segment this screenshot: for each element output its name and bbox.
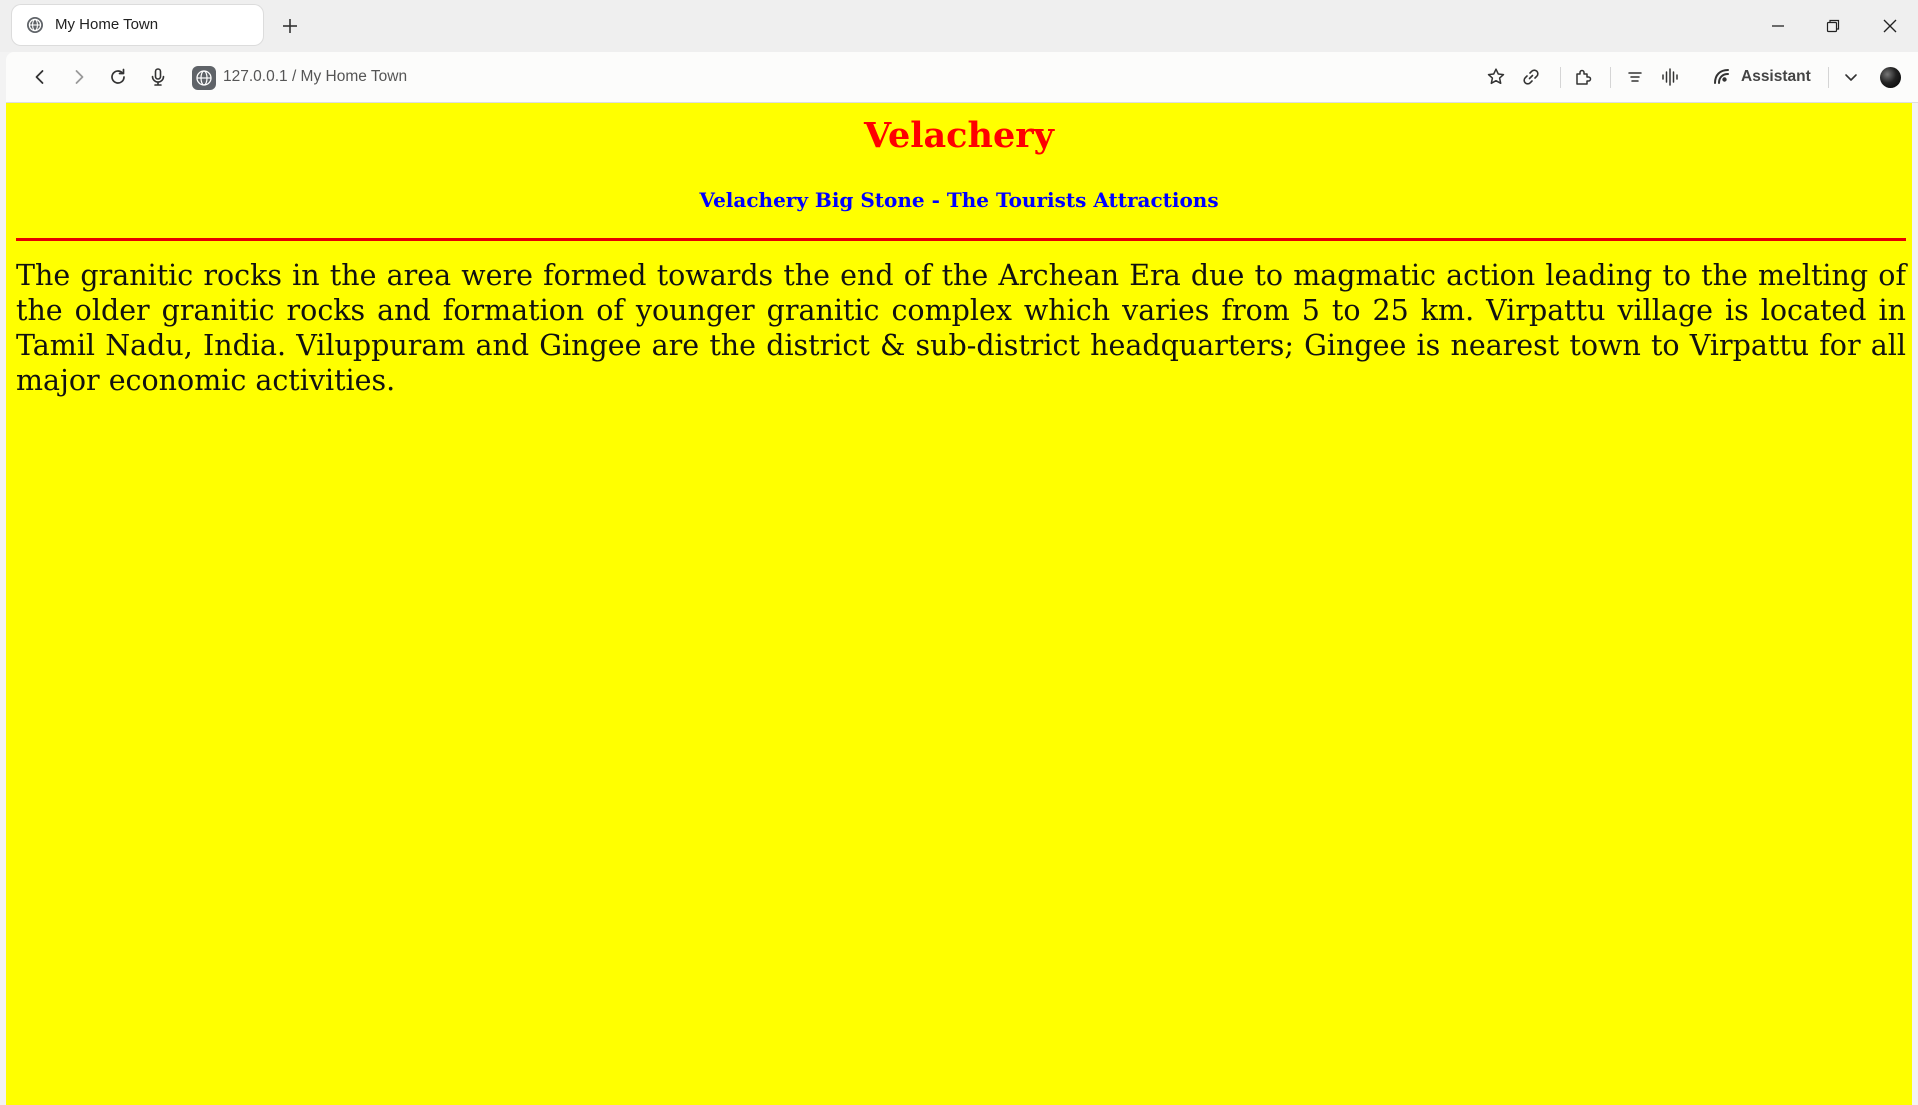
plus-icon[interactable] — [276, 13, 304, 39]
toolbar-separator — [1828, 67, 1829, 88]
link-icon[interactable] — [1519, 65, 1543, 89]
page-subtitle: Velachery Big Stone - The Tourists Attra… — [699, 188, 1219, 212]
site-info-button[interactable] — [192, 66, 216, 90]
page-paragraph: The granitic rocks in the area were form… — [16, 259, 1906, 397]
audio-wave-icon[interactable] — [1658, 65, 1682, 89]
assistant-button[interactable]: Assistant — [1711, 64, 1811, 90]
toolbar-separator — [1560, 67, 1561, 88]
microphone-icon[interactable] — [146, 65, 170, 89]
star-icon[interactable] — [1484, 65, 1508, 89]
profile-avatar[interactable] — [1880, 67, 1901, 88]
browser-toolbar: 127.0.0.1 / My Home Town Assistant — [6, 52, 1918, 103]
address-bar[interactable]: 127.0.0.1 / My Home Town — [223, 68, 407, 86]
assistant-label: Assistant — [1741, 68, 1811, 85]
horizontal-rule — [16, 238, 1906, 241]
tab-title: My Home Town — [55, 16, 159, 33]
page-viewport: Velachery Velachery Big Stone - The Tour… — [6, 103, 1912, 1105]
globe-icon — [27, 17, 43, 33]
globe-icon — [196, 70, 212, 86]
tab-my-home-town[interactable]: My Home Town — [12, 5, 263, 45]
reload-icon[interactable] — [106, 65, 130, 89]
list-icon[interactable] — [1623, 65, 1647, 89]
close-icon[interactable] — [1874, 10, 1906, 42]
assistant-icon — [1714, 69, 1729, 84]
minimize-icon[interactable] — [1762, 10, 1794, 42]
puzzle-icon[interactable] — [1571, 65, 1595, 89]
back-arrow-icon[interactable] — [28, 65, 52, 89]
restore-icon[interactable] — [1817, 10, 1849, 42]
browser-window: My Home Town 127.0.0.1 / My Home Town As… — [0, 0, 1918, 1105]
forward-arrow-icon[interactable] — [67, 65, 91, 89]
page-title: Velachery — [864, 115, 1054, 156]
toolbar-separator — [1610, 67, 1611, 88]
tab-strip: My Home Town — [0, 0, 1918, 52]
chevron-down-icon[interactable] — [1839, 65, 1863, 89]
